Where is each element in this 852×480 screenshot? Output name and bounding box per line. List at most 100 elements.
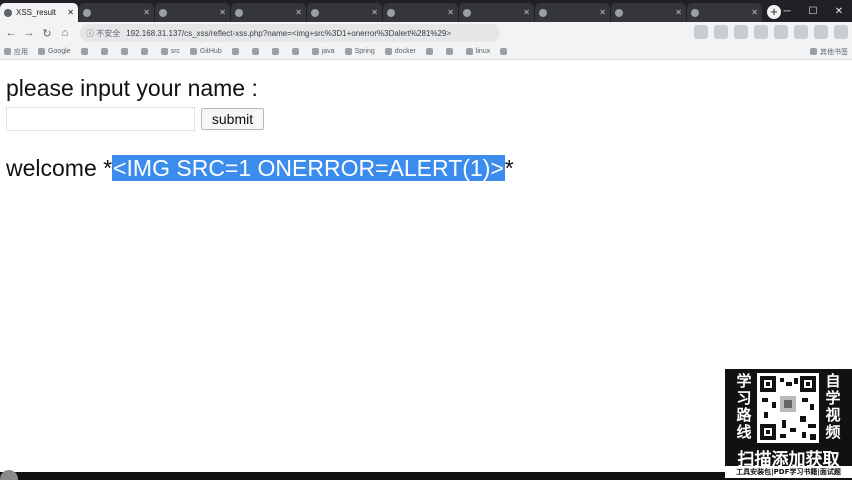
tab-favicon-icon xyxy=(159,8,167,17)
other-bookmarks[interactable]: 其他书签 xyxy=(810,47,848,57)
bookmark-item[interactable]: java xyxy=(311,48,335,55)
extension-icons xyxy=(688,25,848,39)
tab-favicon-icon xyxy=(463,8,471,17)
forward-arrow-icon[interactable]: → xyxy=(20,24,38,42)
security-indicator[interactable]: ⓘ 不安全 xyxy=(86,28,120,39)
promo-subtitle: 工具安装包|PDF学习书籍|面试题 xyxy=(725,466,852,478)
extension-icon[interactable] xyxy=(754,25,768,39)
folder-icon xyxy=(291,48,299,55)
submit-button[interactable]: submit xyxy=(201,108,264,130)
tab-favicon-icon xyxy=(311,8,319,17)
extension-icon[interactable] xyxy=(774,25,788,39)
bookmark-item[interactable]: GitHub xyxy=(189,48,222,55)
bookmark-item[interactable] xyxy=(80,48,91,55)
browser-tab[interactable]: ✕ xyxy=(383,3,458,22)
qr-promo-overlay: 学 习 路 线 自 学 视 频 扫描添加获取 工具安装包|PDF学习书籍|面试题 xyxy=(725,369,852,480)
folder-icon xyxy=(100,48,108,55)
bookmark-label: java xyxy=(321,48,335,55)
bookmark-item[interactable] xyxy=(445,48,456,55)
window-controls: ─ ☐ ✕ xyxy=(774,0,852,22)
browser-tab[interactable]: ✕ xyxy=(611,3,686,22)
browser-tab[interactable]: ✕ xyxy=(307,3,382,22)
promo-char: 学 xyxy=(825,389,841,407)
close-window-icon[interactable]: ✕ xyxy=(826,0,852,22)
promo-char: 学 xyxy=(736,372,752,390)
folder-icon xyxy=(384,48,392,55)
tab-xss-result[interactable]: XSS_result ✕ xyxy=(0,3,78,22)
welcome-message: welcome *<IMG SRC=1 ONERROR=ALERT(1)>* xyxy=(6,155,514,182)
extension-icon[interactable] xyxy=(794,25,808,39)
tab-close-icon[interactable]: ✕ xyxy=(523,8,530,17)
page-favicon-icon xyxy=(4,8,12,17)
bottom-bar xyxy=(0,470,725,480)
bookmark-item[interactable] xyxy=(120,48,131,55)
minimize-icon[interactable]: ─ xyxy=(774,0,800,22)
welcome-suffix: * xyxy=(504,155,514,181)
browser-tab[interactable]: ✕ xyxy=(687,3,762,22)
browser-tab[interactable]: ✕ xyxy=(79,3,154,22)
browser-tab[interactable]: ✕ xyxy=(535,3,610,22)
bookmark-item[interactable] xyxy=(291,48,302,55)
tab-close-icon[interactable]: ✕ xyxy=(143,8,150,17)
browser-toolbar: ← → ↻ ⌂ ⓘ 不安全 192.168.31.137/cs_xss/refl… xyxy=(0,22,852,44)
scroll-handle[interactable] xyxy=(0,470,18,480)
browser-tab[interactable]: ✕ xyxy=(155,3,230,22)
folder-icon xyxy=(251,48,259,55)
tab-favicon-icon xyxy=(83,8,91,17)
home-icon[interactable]: ⌂ xyxy=(56,24,74,42)
folder-icon xyxy=(80,48,88,55)
bookmark-label: src xyxy=(170,48,180,55)
bookmark-item[interactable] xyxy=(231,48,242,55)
bookmark-label: 应用 xyxy=(14,48,28,56)
profile-avatar-icon[interactable] xyxy=(834,25,848,39)
tab-close-icon[interactable]: ✕ xyxy=(295,8,302,17)
tab-favicon-icon xyxy=(691,8,699,17)
folder-icon xyxy=(810,48,817,55)
maximize-icon[interactable]: ☐ xyxy=(800,0,826,22)
url-text: 192.168.31.137/cs_xss/reflect-xss.php?na… xyxy=(126,28,452,38)
bookmark-item[interactable]: docker xyxy=(384,48,416,55)
bookmark-item[interactable]: 应用 xyxy=(4,47,28,57)
tab-close-icon[interactable]: ✕ xyxy=(371,8,378,17)
folder-icon xyxy=(311,48,319,55)
tab-favicon-icon xyxy=(615,8,623,17)
back-arrow-icon[interactable]: ← xyxy=(2,24,20,42)
tab-close-icon[interactable]: ✕ xyxy=(599,8,606,17)
folder-icon xyxy=(500,48,508,55)
security-label: 不安全 xyxy=(96,28,121,38)
bookmark-item[interactable] xyxy=(140,48,151,55)
name-input[interactable] xyxy=(6,107,195,131)
tab-close-icon[interactable]: ✕ xyxy=(67,8,74,17)
tab-close-icon[interactable]: ✕ xyxy=(447,8,454,17)
tab-favicon-icon xyxy=(235,8,243,17)
bookmark-item[interactable] xyxy=(500,48,510,55)
promo-char: 线 xyxy=(736,423,752,441)
tab-close-icon[interactable]: ✕ xyxy=(219,8,226,17)
name-prompt: please input your name : xyxy=(6,75,258,101)
bookmark-label: 其他书签 xyxy=(820,48,848,56)
bookmark-item[interactable] xyxy=(271,48,282,55)
tab-favicon-icon xyxy=(387,8,395,17)
bookmark-item[interactable]: Spring xyxy=(344,48,375,55)
folder-icon xyxy=(425,48,433,55)
extension-icon[interactable] xyxy=(734,25,748,39)
info-icon: ⓘ xyxy=(86,28,94,38)
bookmark-star-icon[interactable] xyxy=(714,25,728,39)
browser-tab[interactable]: ✕ xyxy=(459,3,534,22)
tab-close-icon[interactable]: ✕ xyxy=(675,8,682,17)
google-icon xyxy=(38,48,45,55)
tab-close-icon[interactable]: ✕ xyxy=(751,8,758,17)
reload-icon[interactable]: ↻ xyxy=(38,24,56,42)
bookmark-label: linux xyxy=(475,48,491,55)
zoom-icon[interactable] xyxy=(694,25,708,39)
bookmark-item[interactable] xyxy=(251,48,262,55)
bookmark-item[interactable] xyxy=(100,48,111,55)
bookmark-item[interactable]: src xyxy=(160,48,180,55)
address-bar[interactable]: ⓘ 不安全 192.168.31.137/cs_xss/reflect-xss.… xyxy=(80,24,500,42)
selected-payload-text[interactable]: <IMG SRC=1 ONERROR=ALERT(1)> xyxy=(112,155,505,181)
extension-icon[interactable] xyxy=(814,25,828,39)
browser-tab[interactable]: ✕ xyxy=(231,3,306,22)
bookmark-item[interactable] xyxy=(425,48,436,55)
bookmark-item[interactable]: linux xyxy=(465,48,491,55)
bookmark-item[interactable]: Google xyxy=(38,48,71,55)
